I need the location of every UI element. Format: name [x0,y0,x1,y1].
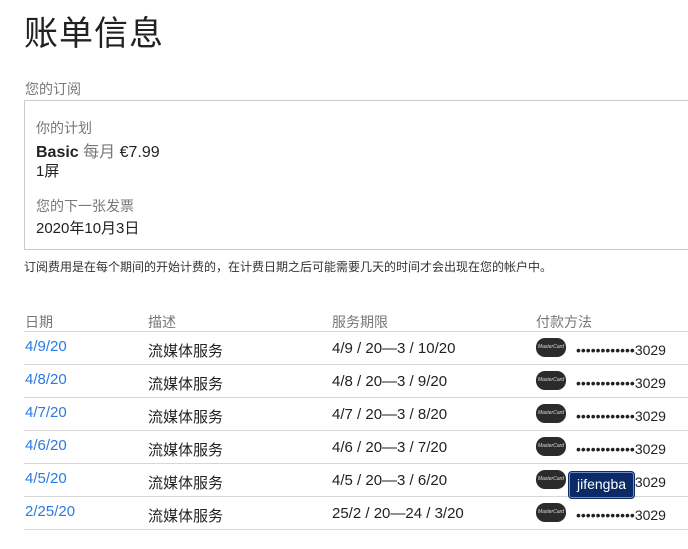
row-payment: MasterCard ••••••••••••3029 [536,371,666,391]
row-period: 4/6 / 20—3 / 7/20 [332,439,448,456]
row-payment: MasterCard ••••••••••••3029 [536,503,666,523]
row-period: 25/2 / 20—24 / 3/20 [332,505,464,522]
row-date-link[interactable]: 4/6/20 [25,437,67,454]
table-row: 4/6/20 流媒体服务 4/6 / 20—3 / 7/20 MasterCar… [24,431,688,464]
row-description: 流媒体服务 [148,475,224,492]
table-row: 2/25/20 流媒体服务 25/2 / 20—24 / 3/20 Master… [24,497,688,530]
row-period: 4/9 / 20—3 / 10/20 [332,340,456,357]
row-payment: MasterCard ••••••••••••3029 [536,437,666,457]
next-bill-caption: 您的下一张发票 [36,198,134,214]
mastercard-icon: MasterCard [536,338,566,357]
mastercard-icon: MasterCard [536,371,566,390]
card-number: ••••••••••••3029 [576,441,666,457]
row-period: 4/8 / 20—3 / 9/20 [332,373,448,390]
table-row: 4/7/20 流媒体服务 4/7 / 20—3 / 8/20 MasterCar… [24,398,688,431]
billing-note: 订阅费用是在每个期间的开始计费的，在计费日期之后可能需要几天的时间才会出现在您的… [24,260,553,274]
header-description: 描述 [148,314,176,330]
header-payment: 付款方法 [536,314,592,330]
row-payment: MasterCard ••••••••••••3029 [536,470,666,490]
row-date-link[interactable]: 4/5/20 [25,470,67,487]
plan-screens: 1屏 [36,163,60,180]
mastercard-icon: MasterCard [536,437,566,456]
next-bill-date: 2020年10月3日 [36,220,140,237]
header-date: 日期 [25,314,53,330]
plan-box: 你的计划 Basic 每月 €7.99 1屏 您的下一张发票 2020年10月3… [24,100,688,250]
table-row: 4/9/20 流媒体服务 4/9 / 20—3 / 10/20 MasterCa… [24,332,688,365]
plan-price: €7.99 [119,144,160,161]
table-header: 日期 描述 服务期限 付款方法 [24,312,688,332]
card-number: ••••••••••••3029 [576,408,666,424]
subscription-section-label: 您的订阅 [25,81,81,97]
mastercard-icon: MasterCard [536,404,566,423]
plan-name: Basic [36,144,79,161]
row-period: 4/7 / 20—3 / 8/20 [332,406,448,423]
page-title: 账单信息 [24,15,164,53]
card-number: ••••••••••••3029 [576,342,666,358]
mastercard-icon: MasterCard [536,470,566,489]
row-description: 流媒体服务 [148,508,224,525]
username-tooltip: jifengba [569,472,635,498]
header-period: 服务期限 [332,314,388,330]
row-date-link[interactable]: 4/8/20 [25,371,67,388]
row-description: 流媒体服务 [148,409,224,426]
row-description: 流媒体服务 [148,376,224,393]
plan-caption: 你的计划 [36,120,92,136]
row-description: 流媒体服务 [148,343,224,360]
row-date-link[interactable]: 4/9/20 [25,338,67,355]
billing-period: 每月 [83,144,116,161]
mastercard-icon: MasterCard [536,503,566,522]
row-payment: MasterCard ••••••••••••3029 [536,338,666,358]
card-number: ••••••••••••3029 [576,375,666,391]
row-date-link[interactable]: 2/25/20 [25,503,75,520]
table-row: 4/8/20 流媒体服务 4/8 / 20—3 / 9/20 MasterCar… [24,365,688,398]
plan-summary: Basic 每月 €7.99 [36,138,160,162]
card-number: ••••••••••••3029 [576,507,666,523]
row-description: 流媒体服务 [148,442,224,459]
row-payment: MasterCard ••••••••••••3029 [536,404,666,424]
row-period: 4/5 / 20—3 / 6/20 [332,472,448,489]
row-date-link[interactable]: 4/7/20 [25,404,67,421]
